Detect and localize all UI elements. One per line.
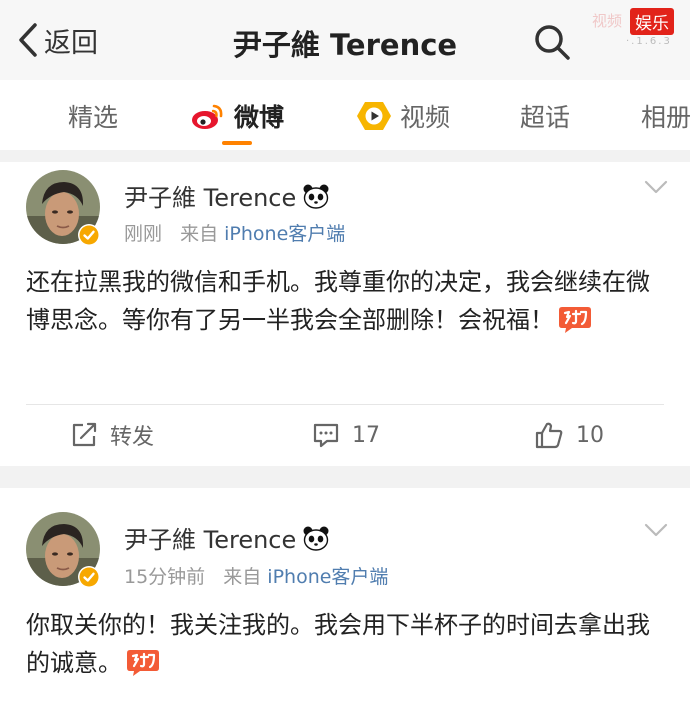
- weibo-logo-icon: [192, 104, 223, 129]
- post-time: 15分钟前: [124, 566, 206, 588]
- like-count: 10: [576, 422, 604, 448]
- comment-button[interactable]: 17: [312, 417, 380, 453]
- tab-label: 微博: [234, 103, 285, 132]
- chevron-down-icon[interactable]: [644, 522, 668, 538]
- jiayou-emoji-icon: [127, 650, 159, 676]
- watermark-logo: 视频 娱乐 ·.1.6.3: [592, 8, 688, 54]
- post-text: 还在拉黑我的微信和手机。我尊重你的决定，我会继续在微博思念。等你有了另一半我会全…: [26, 268, 650, 334]
- section-divider: [0, 150, 690, 162]
- active-tab-indicator: [222, 141, 252, 145]
- divider: [26, 404, 664, 405]
- post-body: 你取关你的！我关注我的。我会用下半杯子的时间去拿出我的诚意。: [26, 606, 666, 682]
- tab-label: 视频: [400, 103, 451, 132]
- tab-album[interactable]: 相册: [641, 98, 690, 134]
- author-name-row[interactable]: 尹子維 Terence: [124, 520, 330, 555]
- post-body: 还在拉黑我的微信和手机。我尊重你的决定，我会继续在微博思念。等你有了另一半我会全…: [26, 263, 666, 339]
- panda-icon: [303, 184, 329, 209]
- tab-super-topic[interactable]: 超话: [520, 98, 570, 134]
- tab-label: 精选: [68, 103, 119, 132]
- tab-weibo[interactable]: 微博: [190, 98, 284, 134]
- tab-video[interactable]: 视频: [356, 98, 450, 134]
- post-text: 你取关你的！我关注我的。我会用下半杯子的时间去拿出我的诚意。: [26, 611, 650, 677]
- author-name-row[interactable]: 尹子維 Terence: [124, 178, 330, 213]
- watermark-site-text: 视频: [592, 12, 623, 30]
- verified-badge-icon: [78, 566, 100, 588]
- weibo-post: 尹子維 Terence 刚刚 来自 iPhone客户端 还在拉黑我的微信和手机。…: [0, 162, 690, 466]
- repost-label: 转发: [110, 425, 155, 450]
- jiayou-emoji-icon: [559, 307, 591, 333]
- author-name: 尹子維 Terence: [124, 526, 297, 554]
- chevron-down-icon[interactable]: [644, 179, 668, 195]
- video-play-icon: [357, 102, 391, 130]
- author-name: 尹子維 Terence: [124, 184, 297, 212]
- repost-icon: [72, 422, 97, 447]
- post-meta: 15分钟前 来自 iPhone客户端: [124, 562, 388, 589]
- repost-button[interactable]: 转发: [70, 417, 154, 453]
- panda-icon: [303, 526, 329, 551]
- watermark-subtext: ·.1.6.3: [626, 36, 672, 47]
- comment-icon: [313, 423, 339, 448]
- weibo-post: 尹子維 Terence 15分钟前 来自 iPhone客户端 你取关你的！我关注…: [0, 488, 690, 704]
- tab-featured[interactable]: 精选: [68, 98, 118, 134]
- page-title: 尹子維 Terence: [232, 28, 458, 62]
- watermark-badge: 娱乐: [630, 8, 674, 35]
- search-icon[interactable]: [532, 22, 572, 62]
- post-source-link[interactable]: iPhone客户端: [267, 566, 388, 588]
- top-nav-bar: 返回 尹子維 Terence 视频 娱乐 ·.1.6.3: [0, 0, 690, 80]
- source-prefix: 来自: [223, 566, 262, 588]
- thumbs-up-icon: [535, 422, 563, 449]
- comment-count: 17: [352, 422, 380, 448]
- tab-label: 相册: [641, 103, 690, 132]
- profile-tabs: 精选 微博 视频 超话 相册: [0, 80, 690, 150]
- section-divider: [0, 466, 690, 488]
- post-source-link[interactable]: iPhone客户端: [224, 223, 345, 245]
- tab-label: 超话: [520, 103, 571, 132]
- source-prefix: 来自: [180, 223, 219, 245]
- post-time: 刚刚: [124, 223, 163, 245]
- post-meta: 刚刚 来自 iPhone客户端: [124, 219, 345, 246]
- like-button[interactable]: 10: [534, 417, 604, 453]
- verified-badge-icon: [78, 224, 100, 246]
